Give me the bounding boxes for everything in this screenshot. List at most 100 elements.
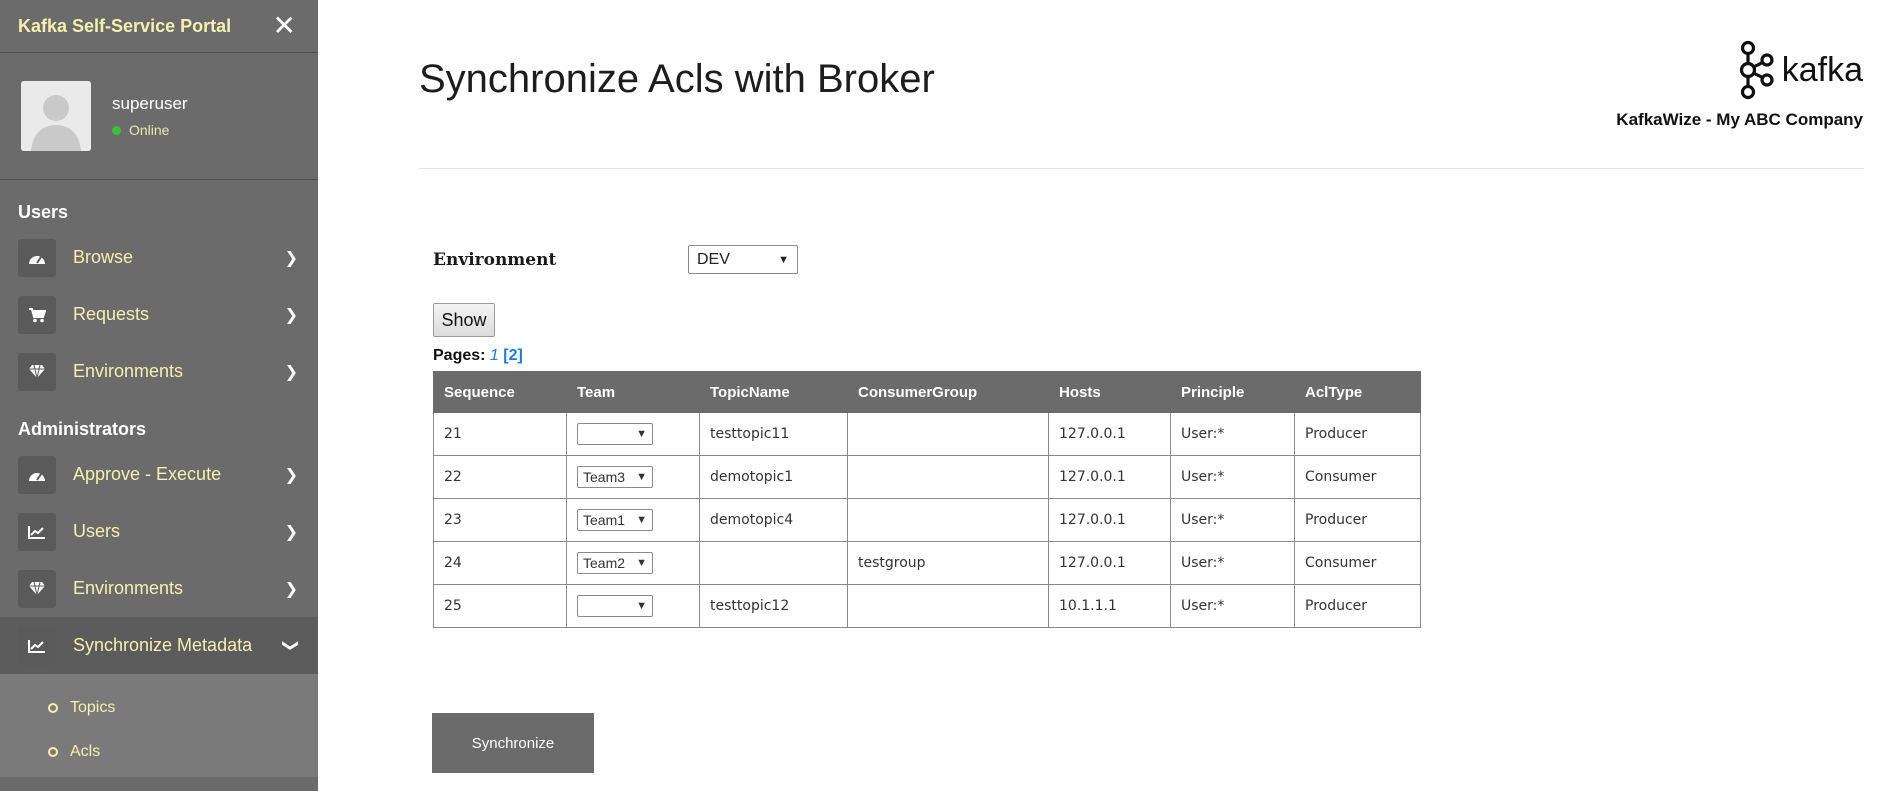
- table-row: 22 Team3 ▼ demotopic1 127.0.0.1 User:* Co…: [433, 455, 1421, 499]
- sidebar-item-approve-execute[interactable]: Approve - Execute ❯: [0, 446, 318, 503]
- logo-text: kafka: [1781, 50, 1863, 89]
- acl-type-cell: Producer: [1294, 584, 1421, 628]
- sequence-cell: 22: [433, 455, 567, 499]
- environment-select[interactable]: DEV ▼: [688, 245, 798, 274]
- section-title-administrators: Administrators: [18, 419, 147, 439]
- username: superuser: [112, 94, 188, 113]
- sidebar-item-label: Browse: [73, 247, 134, 267]
- host-cell: 10.1.1.1: [1048, 584, 1171, 628]
- diamond-icon: [18, 569, 56, 608]
- team-cell: Team3 ▼: [566, 455, 700, 499]
- chevron-down-icon: ❯: [281, 638, 301, 653]
- dropdown-arrow-icon: ▼: [636, 428, 647, 440]
- profile-info: superuser Online: [112, 94, 188, 138]
- topic-cell: demotopic4: [699, 498, 848, 542]
- team-select[interactable]: ▼: [577, 595, 653, 617]
- kafka-logo: kafka KafkaWize - My ABC Company: [1616, 40, 1863, 130]
- acl-type-cell: Producer: [1294, 412, 1421, 456]
- sequence-cell: 24: [433, 541, 567, 585]
- brand-title: Kafka Self-Service Portal: [18, 15, 232, 36]
- dropdown-arrow-icon: ▼: [636, 600, 647, 612]
- diamond-icon: [18, 352, 56, 391]
- topic-cell: [699, 541, 848, 585]
- team-select[interactable]: ▼: [577, 423, 653, 445]
- acls-table: Sequence Team TopicName ConsumerGroup Ho…: [433, 371, 1421, 628]
- team-cell: ▼: [566, 584, 700, 628]
- page-title: Synchronize Acls with Broker: [419, 57, 935, 101]
- consumer-group-cell: testgroup: [847, 541, 1049, 585]
- column-header: TopicName: [699, 371, 848, 413]
- team-value: Team1: [583, 512, 626, 528]
- team-cell: ▼: [566, 412, 700, 456]
- circle-icon: [48, 703, 58, 713]
- pages-label: Pages:: [433, 347, 486, 364]
- team-select[interactable]: Team1 ▼: [577, 509, 653, 531]
- acl-type-cell: Consumer: [1294, 455, 1421, 499]
- chevron-right-icon: ❯: [284, 522, 298, 541]
- submenu-label: Acls: [70, 743, 101, 760]
- page-link-current[interactable]: 1: [490, 347, 499, 364]
- sidebar-item-admin-environments[interactable]: Environments ❯: [0, 560, 318, 617]
- team-value: Team3: [583, 469, 626, 485]
- pagination: Pages: 1 [2]: [433, 347, 523, 365]
- submenu-item-acls[interactable]: Acls: [0, 730, 318, 774]
- sequence-cell: 23: [433, 498, 567, 542]
- sidebar-item-label: Environments: [73, 361, 184, 381]
- consumer-group-cell: [847, 455, 1049, 499]
- host-cell: 127.0.0.1: [1048, 455, 1171, 499]
- header-divider: [419, 168, 1864, 169]
- chevron-right-icon: ❯: [284, 305, 298, 324]
- submenu-item-topics[interactable]: Topics: [0, 686, 318, 730]
- synchronize-button[interactable]: Synchronize: [432, 713, 594, 773]
- column-header: AclType: [1294, 371, 1421, 413]
- principle-cell: User:*: [1170, 541, 1295, 585]
- dropdown-arrow-icon: ▼: [636, 514, 647, 526]
- sidebar-item-label: Requests: [73, 304, 150, 324]
- team-select[interactable]: Team2 ▼: [577, 552, 653, 574]
- show-button[interactable]: Show: [433, 303, 495, 337]
- column-header: Hosts: [1048, 371, 1171, 413]
- column-header: Principle: [1170, 371, 1295, 413]
- consumer-group-cell: [847, 584, 1049, 628]
- host-cell: 127.0.0.1: [1048, 412, 1171, 456]
- dropdown-arrow-icon: ▼: [778, 253, 789, 266]
- sidebar-item-browse[interactable]: Browse ❯: [0, 229, 318, 286]
- sidebar-brand-bar: Kafka Self-Service Portal ✕: [0, 0, 318, 53]
- section-title-users: Users: [18, 202, 69, 222]
- chart-icon: [18, 512, 56, 551]
- topic-cell: testtopic12: [699, 584, 848, 628]
- column-header: Sequence: [433, 371, 567, 413]
- close-icon[interactable]: ✕: [273, 12, 296, 40]
- team-value: Team2: [583, 555, 626, 571]
- dropdown-arrow-icon: ▼: [636, 557, 647, 569]
- online-status: Online: [112, 122, 188, 138]
- company-name: KafkaWize - My ABC Company: [1616, 110, 1863, 129]
- sidebar-item-admin-users[interactable]: Users ❯: [0, 503, 318, 560]
- sidebar-item-environments[interactable]: Environments ❯: [0, 343, 318, 400]
- sidebar-item-label: Synchronize Metadata: [73, 635, 253, 655]
- table-row: 25 ▼ testtopic12 10.1.1.1 User:* Produce…: [433, 584, 1421, 628]
- acl-type-cell: Consumer: [1294, 541, 1421, 585]
- team-cell: Team2 ▼: [566, 541, 700, 585]
- topic-cell: testtopic11: [699, 412, 848, 456]
- status-label: Online: [129, 122, 170, 138]
- page-link-next[interactable]: [2]: [503, 347, 523, 364]
- host-cell: 127.0.0.1: [1048, 541, 1171, 585]
- principle-cell: User:*: [1170, 455, 1295, 499]
- synchronize-submenu: Topics Acls: [0, 674, 318, 777]
- kafka-logo-icon: [1739, 40, 1774, 100]
- chevron-right-icon: ❯: [284, 362, 298, 381]
- dropdown-arrow-icon: ▼: [636, 471, 647, 483]
- sidebar-item-label: Approve - Execute: [73, 464, 222, 484]
- sidebar-item-requests[interactable]: Requests ❯: [0, 286, 318, 343]
- cart-icon: [18, 295, 56, 334]
- table-row: 23 Team1 ▼ demotopic4 127.0.0.1 User:* Pr…: [433, 498, 1421, 542]
- sequence-cell: 25: [433, 584, 567, 628]
- dashboard-icon: [18, 238, 56, 277]
- chevron-right-icon: ❯: [284, 248, 298, 267]
- team-select[interactable]: Team3 ▼: [577, 466, 653, 488]
- consumer-group-cell: [847, 498, 1049, 542]
- team-cell: Team1 ▼: [566, 498, 700, 542]
- table-row: 24 Team2 ▼ testgroup 127.0.0.1 User:* Con…: [433, 541, 1421, 585]
- sidebar-item-synchronize-metadata[interactable]: Synchronize Metadata ❯: [0, 617, 318, 674]
